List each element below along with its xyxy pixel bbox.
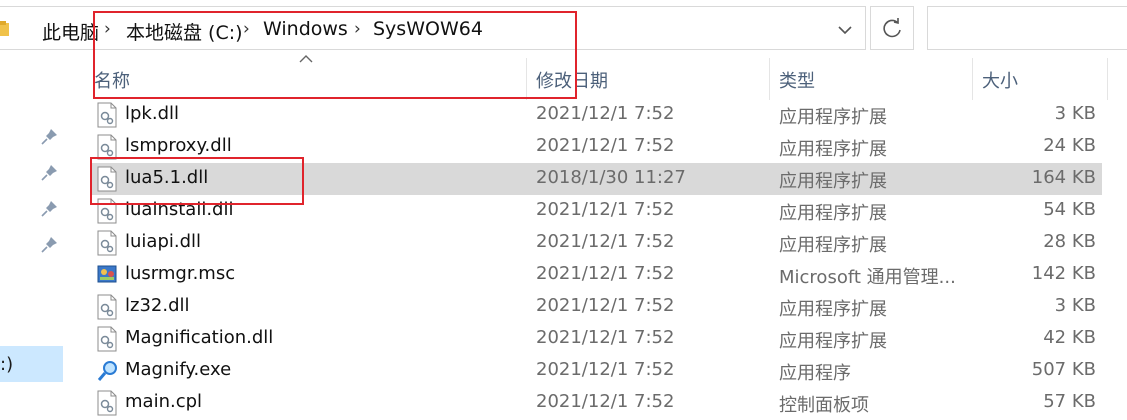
column-header-label: 修改日期 [536,71,608,92]
file-size: 54 KB [1043,199,1096,220]
file-size: 3 KB [1054,295,1096,316]
column-header-date[interactable]: 修改日期 [527,64,769,98]
file-modified-date: 2021/12/1 7:52 [536,327,675,348]
file-name: main.cpl [125,391,203,412]
file-row[interactable]: Magnify.exe 2021/12/1 7:52 应用程序 507 KB [90,355,1102,387]
dll-file-icon [96,102,118,128]
file-row[interactable]: lpk.dll 2021/12/1 7:52 应用程序扩展 3 KB [90,99,1102,131]
file-size: 164 KB [1031,167,1096,188]
file-size: 142 KB [1031,263,1096,284]
column-header-type[interactable]: 类型 [770,64,972,98]
file-row[interactable]: main.cpl 2021/12/1 7:52 控制面板项 57 KB [90,387,1102,419]
dll-file-icon [96,294,118,320]
folder-icon [0,21,9,36]
chevron-down-icon[interactable] [827,19,863,41]
dll-file-icon [96,134,118,160]
column-header-label: 大小 [982,71,1018,92]
file-type: 应用程序扩展 [779,299,887,320]
file-row[interactable]: luiapi.dll 2021/12/1 7:52 应用程序扩展 28 KB [90,227,1102,259]
file-size: 24 KB [1043,135,1096,156]
magnifier-exe-icon [96,358,118,384]
dll-file-icon [96,230,118,256]
chevron-right-icon[interactable]: › [104,19,111,39]
file-type: 应用程序扩展 [779,107,887,128]
file-type: 应用程序扩展 [779,331,887,352]
column-header-size[interactable]: 大小 [973,64,1107,98]
pin-icon[interactable] [38,198,60,220]
file-type: 应用程序 [779,363,851,384]
address-bar[interactable]: 此电脑 › 本地磁盘 (C:) › Windows › SysWOW64 [0,6,866,50]
file-size: 507 KB [1031,359,1096,380]
file-size: 42 KB [1043,327,1096,348]
file-modified-date: 2021/12/1 7:52 [536,199,675,220]
file-size: 3 KB [1054,103,1096,124]
file-type: 应用程序扩展 [779,171,887,192]
refresh-icon [883,18,901,38]
file-name: lusrmgr.msc [125,263,236,284]
file-row[interactable]: Magnification.dll 2021/12/1 7:52 应用程序扩展 42 … [90,323,1102,355]
file-row[interactable]: lua5.1.dll 2018/1/30 11:27 应用程序扩展 164 KB [90,163,1102,195]
file-modified-date: 2021/12/1 7:52 [536,295,675,316]
pin-icon[interactable] [38,126,60,148]
pin-icon[interactable] [38,234,60,256]
column-header-label: 名称 [94,71,130,92]
file-type: Microsoft 通用管理... [779,267,956,288]
file-modified-date: 2021/12/1 7:52 [536,263,675,284]
chevron-right-icon[interactable]: › [354,19,361,39]
breadcrumb-windows[interactable]: Windows [263,18,348,40]
dll-file-icon [96,326,118,352]
file-name: Magnification.dll [125,327,274,348]
msc-file-icon [96,262,118,288]
file-row[interactable]: luainstall.dll 2021/12/1 7:52 应用程序扩展 54 KB [90,195,1102,227]
breadcrumb-syswow64[interactable]: SysWOW64 [373,18,483,40]
file-type: 控制面板项 [779,395,869,416]
search-input[interactable] [927,6,1127,50]
file-type: 应用程序扩展 [779,235,887,256]
file-name: lz32.dll [125,295,190,316]
file-name: luiapi.dll [125,231,202,252]
file-name: Magnify.exe [125,359,232,380]
file-name: lpk.dll [125,103,179,124]
file-size: 57 KB [1043,391,1096,412]
chevron-right-icon[interactable]: › [243,19,250,39]
dll-file-icon [96,166,118,192]
file-modified-date: 2021/12/1 7:52 [536,359,675,380]
file-size: 28 KB [1043,231,1096,252]
file-row[interactable]: lz32.dll 2021/12/1 7:52 应用程序扩展 3 KB [90,291,1102,323]
file-modified-date: 2021/12/1 7:52 [536,103,675,124]
column-header-name[interactable]: 名称 [90,64,526,98]
file-type: 应用程序扩展 [779,139,887,160]
file-name: lua5.1.dll [125,167,209,188]
file-modified-date: 2018/1/30 11:27 [536,167,686,188]
file-row[interactable]: lsmproxy.dll 2021/12/1 7:52 应用程序扩展 24 KB [90,131,1102,163]
dll-file-icon [96,198,118,224]
file-modified-date: 2021/12/1 7:52 [536,391,675,412]
nav-item-label: :) [0,354,14,375]
column-header-label: 类型 [779,71,815,92]
breadcrumb-local-disk[interactable]: 本地磁盘 (C:) [126,18,243,45]
refresh-button[interactable] [870,6,914,50]
file-type: 应用程序扩展 [779,203,887,224]
nav-item-local-disk[interactable]: :) [0,346,63,382]
column-divider[interactable] [1107,58,1108,100]
file-row[interactable]: lusrmgr.msc 2021/12/1 7:52 Microsoft 通用管理.… [90,259,1102,291]
file-modified-date: 2021/12/1 7:52 [536,231,675,252]
pin-icon[interactable] [38,162,60,184]
file-name: lsmproxy.dll [125,135,232,156]
breadcrumb-this-pc[interactable]: 此电脑 [42,18,99,45]
file-name: luainstall.dll [125,199,234,220]
dll-file-icon [96,390,118,416]
file-modified-date: 2021/12/1 7:52 [536,135,675,156]
